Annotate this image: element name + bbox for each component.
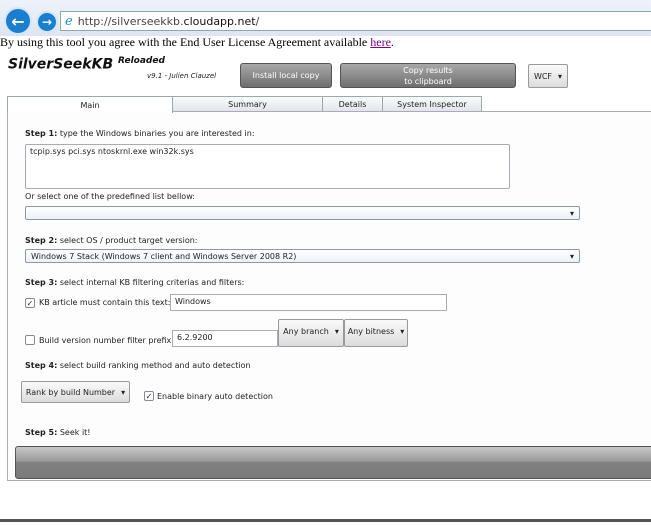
tab-details[interactable]: Details [322, 96, 383, 112]
step2-label: Step 2: select OS / product target versi… [25, 236, 197, 245]
tab-system-inspector[interactable]: System Inspector [382, 96, 482, 112]
auto-detection-label: Enable binary auto detection [157, 392, 273, 401]
chevron-down-icon: ▾ [569, 208, 574, 218]
step5-title: Step 5: [25, 428, 58, 437]
copy-results-button[interactable]: Copy results to clipboard [340, 63, 516, 88]
branch-value: Any branch [283, 327, 329, 336]
kb-text-checkbox[interactable]: ✓ [25, 298, 35, 308]
branch-dropdown[interactable]: Any branch ▾ [278, 319, 344, 347]
build-prefix-input[interactable]: 6.2.9200 [172, 330, 278, 347]
eula-link[interactable]: here [370, 35, 391, 49]
build-prefix-label: Build version number filter prefix: [39, 336, 174, 345]
app-version: v9.1 - Julien Clauzel [147, 72, 217, 80]
address-bar[interactable]: e http://silverseekkb. cloudapp.net / [60, 11, 651, 31]
build-prefix-checkbox[interactable] [25, 335, 35, 345]
step3-label: Step 3: select internal KB filtering cri… [25, 278, 244, 287]
step2-text: select OS / product target version: [57, 236, 198, 245]
forward-button[interactable]: → [36, 11, 58, 33]
arrow-left-icon: ← [11, 11, 25, 31]
copy-line2: to clipboard [404, 76, 452, 86]
eula-text: By using this tool you agree with the En… [0, 35, 371, 49]
binaries-textarea[interactable]: tcpip.sys pci.sys ntoskrnl.exe win32k.sy… [25, 144, 510, 189]
url-prefix: http://silverseekkb. [77, 14, 184, 28]
transport-dropdown[interactable]: WCF ▾ [528, 64, 568, 88]
step3-text: select internal KB filtering criterias a… [57, 278, 245, 287]
step4-label: Step 4: select build ranking method and … [25, 361, 251, 370]
os-version-value: Windows 7 Stack (Windows 7 client and Wi… [31, 251, 297, 261]
eula-notice: By using this tool you agree with the En… [0, 35, 394, 50]
app-title: SilverSeekKB [8, 56, 114, 73]
bitness-dropdown[interactable]: Any bitness ▾ [344, 319, 408, 347]
copy-line1: Copy results [403, 65, 453, 75]
rank-method-dropdown[interactable]: Rank by build Number ▾ [21, 381, 130, 403]
predefined-list-dropdown[interactable]: ▾ [25, 206, 580, 220]
predefined-label: Or select one of the predefined list bel… [25, 192, 195, 201]
tab-main[interactable]: Main [7, 96, 173, 113]
ie-icon: e [65, 13, 73, 29]
install-local-copy-button[interactable]: Install local copy [240, 63, 332, 88]
app-logo: SilverSeekKB Reloaded [8, 56, 165, 73]
eula-end: . [390, 35, 394, 49]
chevron-down-icon: ▾ [121, 387, 126, 397]
step1-title: Step 1: [25, 129, 58, 138]
app-title-sup: Reloaded [117, 56, 165, 66]
url-domain: cloudapp.net [183, 14, 256, 28]
rank-method-value: Rank by build Number [25, 387, 116, 397]
step4-title: Step 4: [25, 361, 58, 370]
kb-text-label: KB article must contain this text: [39, 298, 171, 307]
step2-title: Step 2: [25, 236, 58, 245]
arrow-right-icon: → [41, 15, 53, 29]
chevron-down-icon: ▾ [334, 327, 339, 336]
transport-value: WCF [533, 71, 553, 81]
tab-summary[interactable]: Summary [172, 96, 323, 112]
step1-label: Step 1: type the Windows binaries you ar… [25, 129, 255, 138]
url-suffix: / [255, 14, 260, 28]
window-bottom-edge [0, 519, 651, 522]
os-version-dropdown[interactable]: Windows 7 Stack (Windows 7 client and Wi… [25, 249, 580, 263]
step5-label: Step 5: Seek it! [25, 428, 91, 437]
chevron-down-icon: ▾ [569, 251, 574, 261]
back-button[interactable]: ← [4, 7, 32, 35]
chevron-down-icon: ▾ [558, 71, 563, 81]
seek-button[interactable] [15, 446, 651, 479]
step5-text: Seek it! [57, 428, 91, 437]
step3-title: Step 3: [25, 278, 58, 287]
auto-detection-checkbox[interactable]: ✓ [144, 391, 154, 401]
step1-text: type the Windows binaries you are intere… [57, 129, 255, 138]
bitness-value: Any bitness [347, 327, 395, 336]
chevron-down-icon: ▾ [400, 327, 405, 336]
kb-text-input[interactable]: Windows [170, 294, 447, 311]
step4-text: select build ranking method and auto det… [57, 361, 251, 370]
